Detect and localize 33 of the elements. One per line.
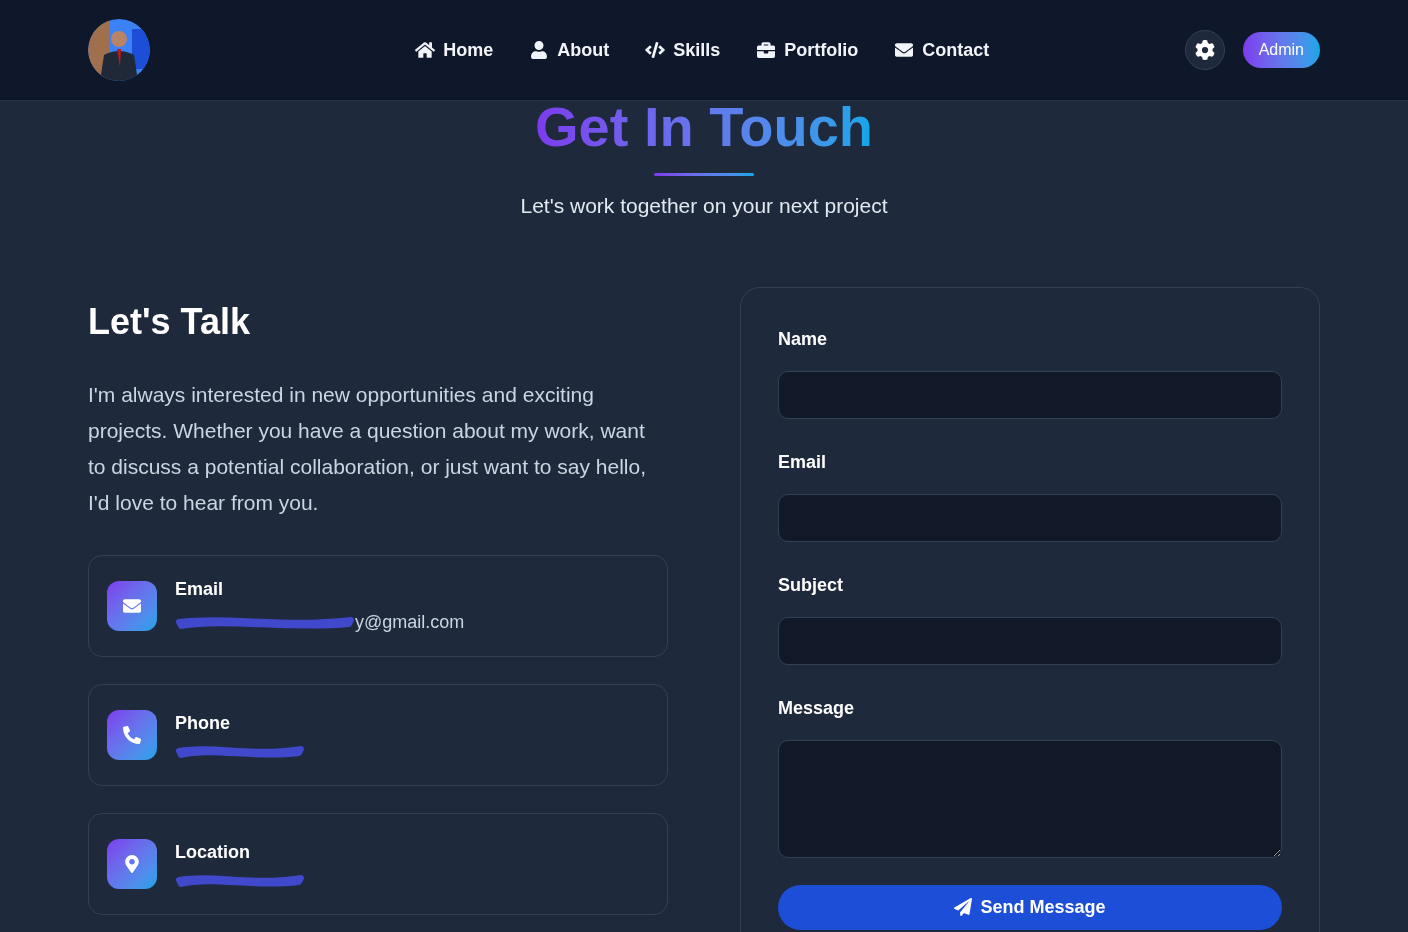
send-message-button[interactable]: Send Message bbox=[778, 884, 1282, 930]
page-subtitle: Let's work together on your next project bbox=[520, 193, 888, 219]
section-heading: Let's Talk bbox=[88, 299, 251, 344]
admin-button[interactable]: Admin bbox=[1242, 32, 1320, 68]
message-field[interactable] bbox=[778, 739, 1282, 858]
nav-link[interactable]: Home bbox=[415, 36, 494, 64]
home-icon bbox=[415, 41, 436, 59]
contact-label: Location bbox=[175, 841, 251, 864]
nav-link[interactable]: Skills bbox=[645, 36, 721, 64]
input-field[interactable] bbox=[778, 370, 1282, 419]
contact-label: Email bbox=[175, 577, 225, 601]
nav-link[interactable]: Portfolio bbox=[756, 36, 859, 64]
nav-link[interactable]: About bbox=[529, 36, 610, 64]
user-icon bbox=[529, 41, 550, 59]
intro-paragraph: I'm always interested in new opportunities and exciting projects. Whether you have a question about my work, want to discuss a potential collaboration, or just want to say hello, I'd love to hear from you. bbox=[88, 381, 647, 516]
briefcase-icon bbox=[756, 41, 777, 59]
phone-icon bbox=[123, 725, 141, 744]
contact-label: Phone bbox=[175, 712, 231, 735]
input-field[interactable] bbox=[778, 493, 1282, 542]
settings-icon bbox=[1194, 40, 1215, 60]
field-label: Subject bbox=[778, 573, 844, 597]
field-label: Name bbox=[778, 327, 829, 351]
field-label: Email bbox=[778, 450, 828, 474]
paper-plane-icon bbox=[954, 898, 973, 916]
field-label: Message bbox=[778, 696, 856, 720]
contact-value: y@gmail.com bbox=[355, 610, 465, 634]
nav-link[interactable]: Contact bbox=[894, 36, 990, 64]
envelope-icon bbox=[123, 596, 141, 615]
code-icon bbox=[645, 41, 666, 59]
envelope-icon bbox=[894, 41, 915, 59]
map-pin-icon bbox=[123, 854, 141, 873]
theme-toggle-button[interactable] bbox=[1184, 30, 1225, 70]
input-field[interactable] bbox=[778, 616, 1282, 665]
